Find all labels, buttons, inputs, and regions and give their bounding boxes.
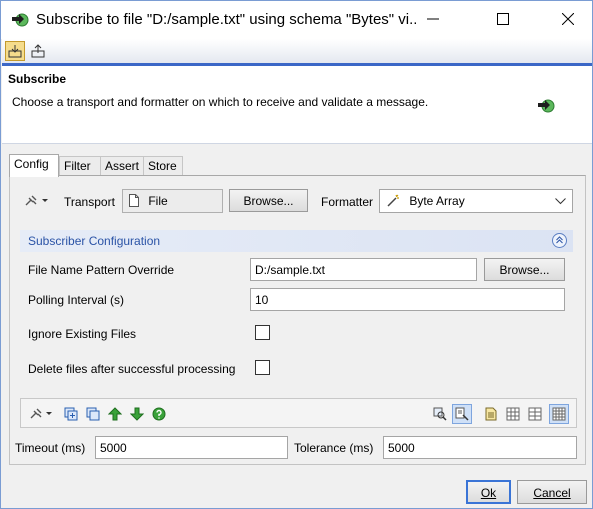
formatter-value: Byte Array [409,194,465,208]
grid-view-button-1[interactable] [503,404,523,424]
delete-after-checkbox[interactable] [255,360,270,375]
copy-icon [86,407,100,421]
tab-config[interactable]: Config [9,154,59,177]
file-pattern-label: File Name Pattern Override [28,263,175,277]
inbox-down-icon [8,45,22,58]
cancel-button-label: Cancel [533,486,571,500]
inspect-view-button[interactable] [452,404,472,424]
duplicate-button[interactable] [83,404,103,424]
collapse-icon[interactable] [552,233,567,248]
ok-button[interactable]: Ok [466,480,511,504]
transport-field: File [122,189,223,213]
grid-icon [528,407,542,421]
grid-icon [506,407,520,421]
grid-view-button-2[interactable] [525,404,545,424]
window-title: Subscribe to file "D:/sample.txt" using … [36,11,416,28]
magic-wand-icon [387,194,399,207]
subscribe-mode-button[interactable] [5,41,25,61]
mode-strip [2,39,592,63]
file-pattern-input[interactable]: D:/sample.txt [250,258,477,281]
inbox-up-icon [31,44,45,58]
title-bar: Subscribe to file "D:/sample.txt" using … [1,1,592,39]
transport-menu-button[interactable] [24,194,50,211]
file-icon [129,194,139,207]
magnifier-icon [433,407,447,421]
ok-button-label: Ok [480,486,497,500]
move-up-button[interactable] [105,404,125,424]
grid-view-button-3[interactable] [549,404,569,424]
copy-add-icon [64,407,78,421]
minimize-button[interactable] [411,1,457,39]
subscribe-arrow-icon [11,10,29,28]
cancel-button[interactable]: Cancel [517,480,587,504]
ignore-existing-label: Ignore Existing Files [28,327,137,341]
formatter-select[interactable]: Byte Array [379,189,573,213]
close-button[interactable] [546,1,592,39]
formatter-label: Formatter [321,195,374,209]
transport-options-button[interactable] [26,404,56,424]
header-panel: Subscribe Choose a transport and formatt… [2,66,592,144]
subscribe-arrow-icon [537,96,555,117]
timeout-input[interactable]: 5000 [95,436,288,459]
tab-filter[interactable]: Filter [59,156,101,176]
transport-value: File [148,194,168,208]
inspect-icon [455,407,469,421]
transport-browse-button[interactable]: Browse... [229,189,308,212]
polling-interval-input[interactable]: 10 [250,288,565,311]
timeout-label: Timeout (ms) [15,441,86,455]
subscriber-toolbar [20,398,577,428]
document-icon [485,407,497,421]
transport-label: Transport [64,195,115,209]
search-view-button[interactable] [430,404,450,424]
header-title: Subscribe [8,72,67,86]
chevron-down-icon [555,198,566,205]
move-down-button[interactable] [127,404,147,424]
help-button[interactable] [149,404,169,424]
publish-mode-button[interactable] [28,41,48,61]
add-button[interactable] [61,404,81,424]
tolerance-input[interactable]: 5000 [383,436,577,459]
subscriber-config-header[interactable]: Subscriber Configuration [20,230,573,252]
help-icon [152,407,166,421]
tolerance-label: Tolerance (ms) [294,441,374,455]
section-title: Subscriber Configuration [28,234,161,248]
file-browse-button[interactable]: Browse... [484,258,565,281]
delete-after-label: Delete files after successful processing [28,362,236,376]
document-view-button[interactable] [481,404,501,424]
grid-icon [552,407,566,421]
polling-interval-label: Polling Interval (s) [28,293,125,307]
tab-assert[interactable]: Assert [100,156,144,176]
ignore-existing-checkbox[interactable] [255,325,270,340]
plug-icon [30,408,52,419]
arrow-up-icon [108,407,122,421]
maximize-button[interactable] [481,1,527,39]
subscribe-dialog: Subscribe to file "D:/sample.txt" using … [0,0,593,509]
tab-store[interactable]: Store [143,156,183,176]
plug-icon [25,195,48,206]
arrow-down-icon [130,407,144,421]
header-description: Choose a transport and formatter on whic… [12,95,429,109]
config-panel: Transport File Browse... Formatter Byte … [9,175,586,465]
